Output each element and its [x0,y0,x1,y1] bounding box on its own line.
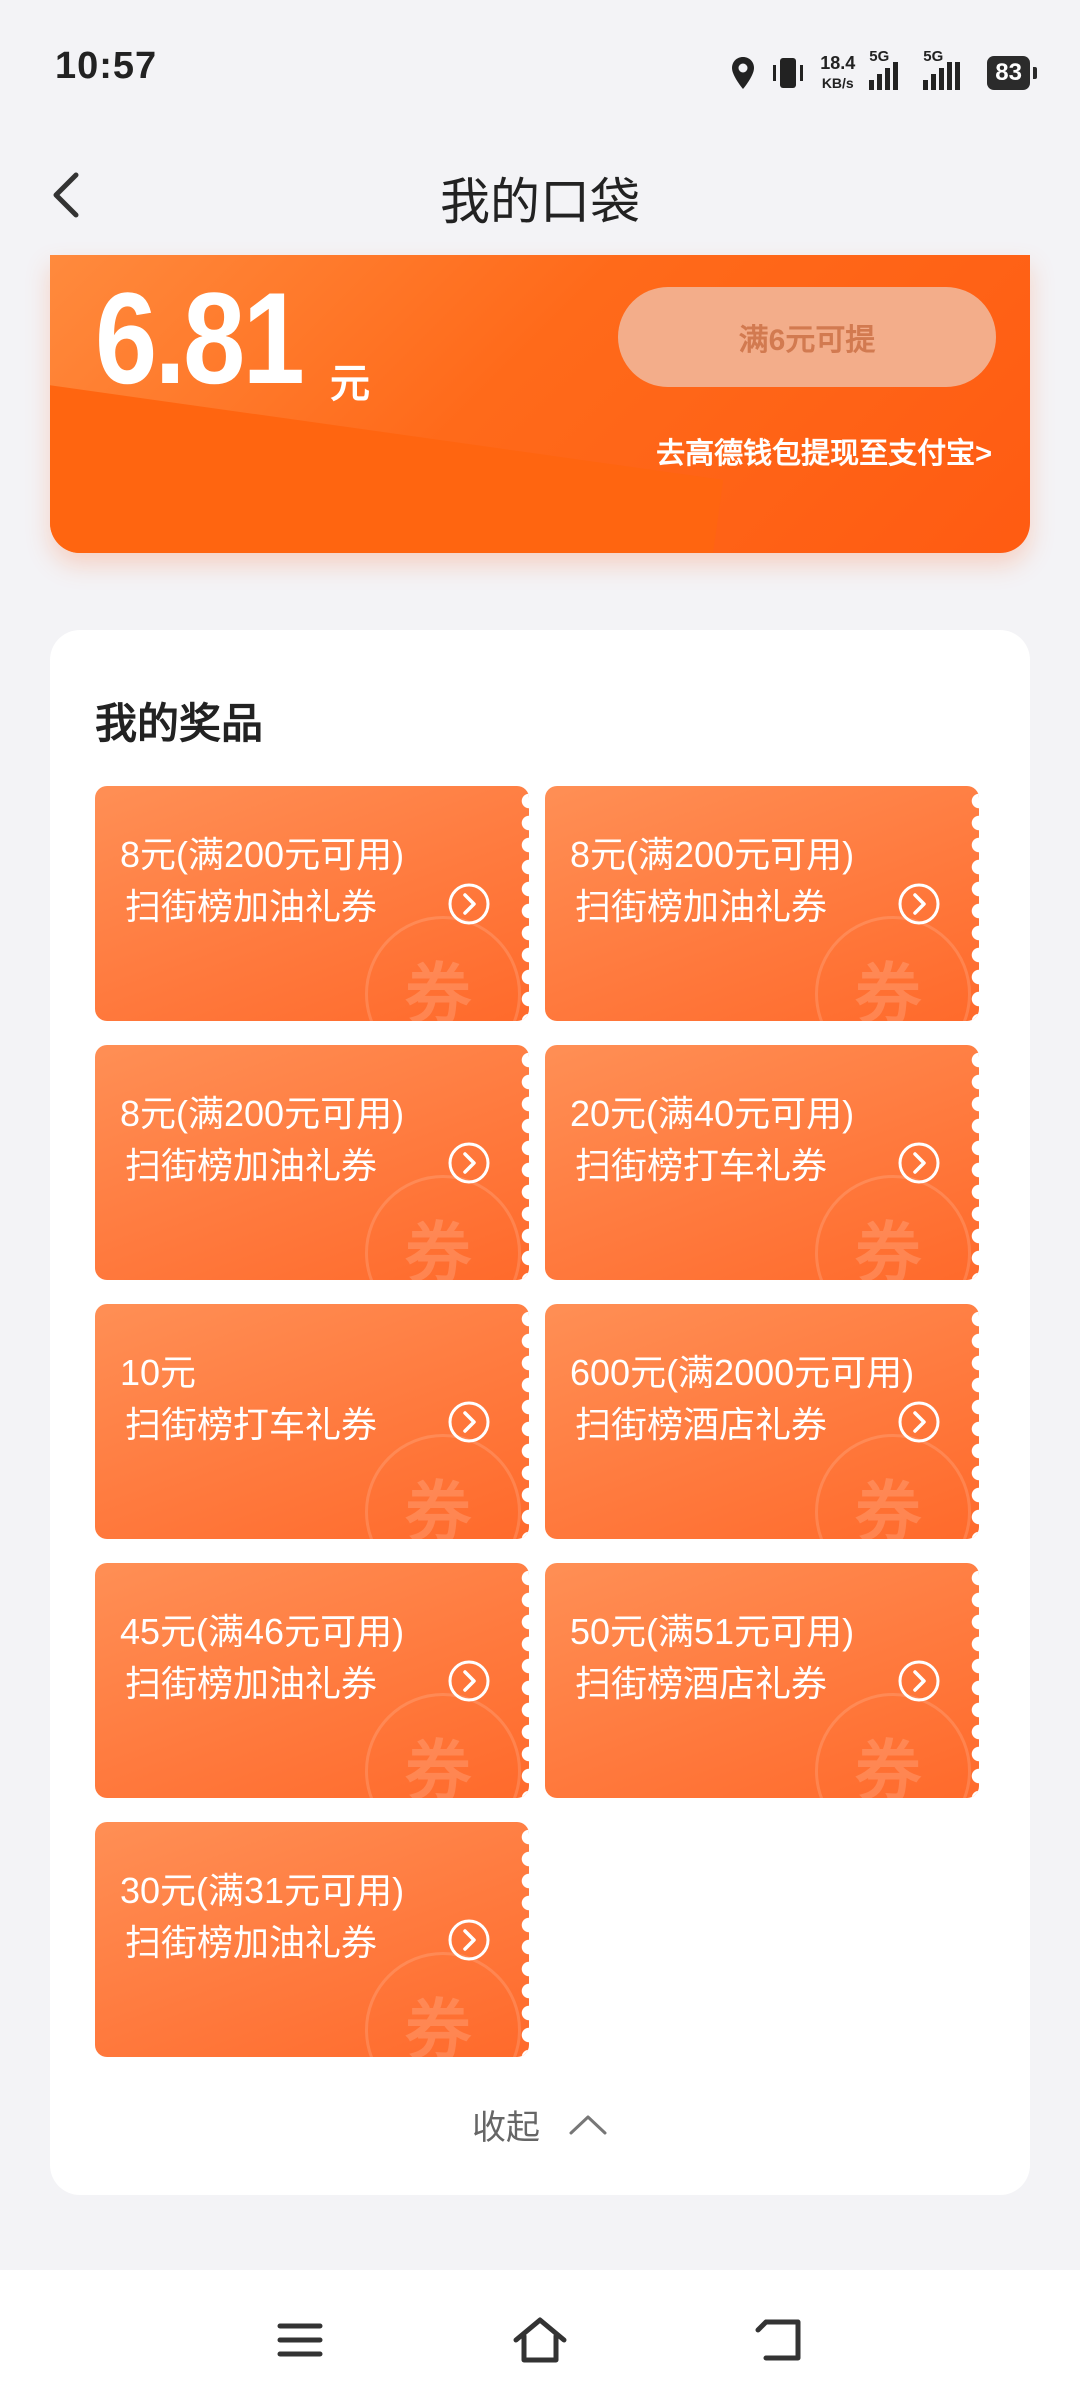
circle-arrow-right-icon[interactable] [897,1400,941,1444]
circle-arrow-right-icon[interactable] [447,1141,491,1185]
status-time: 10:57 [55,45,158,87]
coupon-card[interactable]: 券 50元(满51元可用) 扫街榜酒店礼券 [545,1563,979,1798]
coupon-type: 扫街榜加油礼券 [125,886,378,927]
circle-arrow-right-icon[interactable] [447,882,491,926]
coupon-type: 扫街榜打车礼券 [575,1145,828,1186]
circle-arrow-right-icon[interactable] [447,1659,491,1703]
network-speed: 18.4 KB/s [820,53,856,91]
wallet-card: 6.81 元 满6元可提 去高德钱包提现至支付宝> [50,255,1030,553]
withdraw-button[interactable]: 满6元可提 [618,287,996,387]
coupon-card[interactable]: 券 8元(满200元可用) 扫街榜加油礼券 [95,1045,529,1280]
location-icon [732,57,755,89]
coupon-type: 扫街榜酒店礼券 [575,1663,828,1704]
coupon-watermark-text: 券 [405,957,471,1021]
coupon-card[interactable]: 券 600元(满2000元可用) 扫街榜酒店礼券 [545,1304,979,1539]
page-title: 我的口袋 [440,174,640,230]
circle-arrow-right-icon[interactable] [897,1659,941,1703]
coupon-card[interactable]: 券 45元(满46元可用) 扫街榜加油礼券 [95,1563,529,1798]
status-icons: 18.4 KB/s 5G 5G 83 [730,48,1037,98]
coupon-value: 45元(满46元可用) [120,1611,405,1652]
coupon-watermark-text: 券 [405,1734,471,1798]
prizes-title: 我的奖品 [95,700,264,747]
coupon-type: 扫街榜加油礼券 [125,1922,378,1963]
coupon-watermark-text: 券 [855,1475,921,1539]
coupon-watermark-text: 券 [855,957,921,1021]
circle-arrow-right-icon[interactable] [897,1141,941,1185]
collapse-button[interactable]: 收起 [50,2100,1030,2149]
coupon-value: 8元(满200元可用) [120,834,405,875]
coupon-card[interactable]: 券 8元(满200元可用) 扫街榜加油礼券 [95,786,529,1021]
home-icon[interactable] [510,2310,570,2370]
wallet-withdraw-link[interactable]: 去高德钱包提现至支付宝> [656,430,992,472]
coupon-type: 扫街榜加油礼券 [575,886,828,927]
signal-icon-2: 5G [923,48,973,90]
prizes-card: 我的奖品 券 8元(满200元可用) 扫街榜加油礼券券 8元(满200元可用) 扫街榜加… [50,630,1030,2195]
coupon-type: 扫街榜加油礼券 [125,1663,378,1704]
status-bar: 10:57 18.4 KB/s 5G 5G 83 [0,0,1080,140]
circle-arrow-right-icon[interactable] [447,1918,491,1962]
coupon-card[interactable]: 券 30元(满31元可用) 扫街榜加油礼券 [95,1822,529,2057]
coupon-value: 30元(满31元可用) [120,1870,405,1911]
coupon-card[interactable]: 券 10元扫街榜打车礼券 [95,1304,529,1539]
vibrate-icon [773,58,804,88]
signal-icon: 5G [869,48,909,90]
coupon-watermark-text: 券 [855,1734,921,1798]
coupon-value: 20元(满40元可用) [570,1093,855,1134]
coupon-type: 扫街榜打车礼券 [125,1404,378,1445]
system-nav-bar [0,2270,1080,2400]
back-icon[interactable] [750,2310,810,2370]
coupon-card[interactable]: 券 20元(满40元可用) 扫街榜打车礼券 [545,1045,979,1280]
coupon-watermark-text: 券 [405,1475,471,1539]
coupon-watermark-text: 券 [405,1993,471,2057]
coupon-type: 扫街榜加油礼券 [125,1145,378,1186]
circle-arrow-right-icon[interactable] [447,1400,491,1444]
coupon-value: 10元 [120,1352,197,1393]
coupon-value: 600元(满2000元可用) [570,1352,915,1393]
coupon-watermark-text: 券 [855,1216,921,1280]
coupon-value: 8元(满200元可用) [120,1093,405,1134]
battery-indicator: 83 [987,56,1037,90]
wallet-amount: 6.81 元 [95,265,370,411]
chevron-up-icon [569,2115,607,2134]
circle-arrow-right-icon[interactable] [897,882,941,926]
menu-icon[interactable] [270,2310,330,2370]
coupon-value: 8元(满200元可用) [570,834,855,875]
nav-bar: 我的口袋 [0,140,1080,255]
coupon-type: 扫街榜酒店礼券 [575,1404,828,1445]
coupon-value: 50元(满51元可用) [570,1611,855,1652]
coupon-watermark-text: 券 [405,1216,471,1280]
coupon-card[interactable]: 券 8元(满200元可用) 扫街榜加油礼券 [545,786,979,1021]
